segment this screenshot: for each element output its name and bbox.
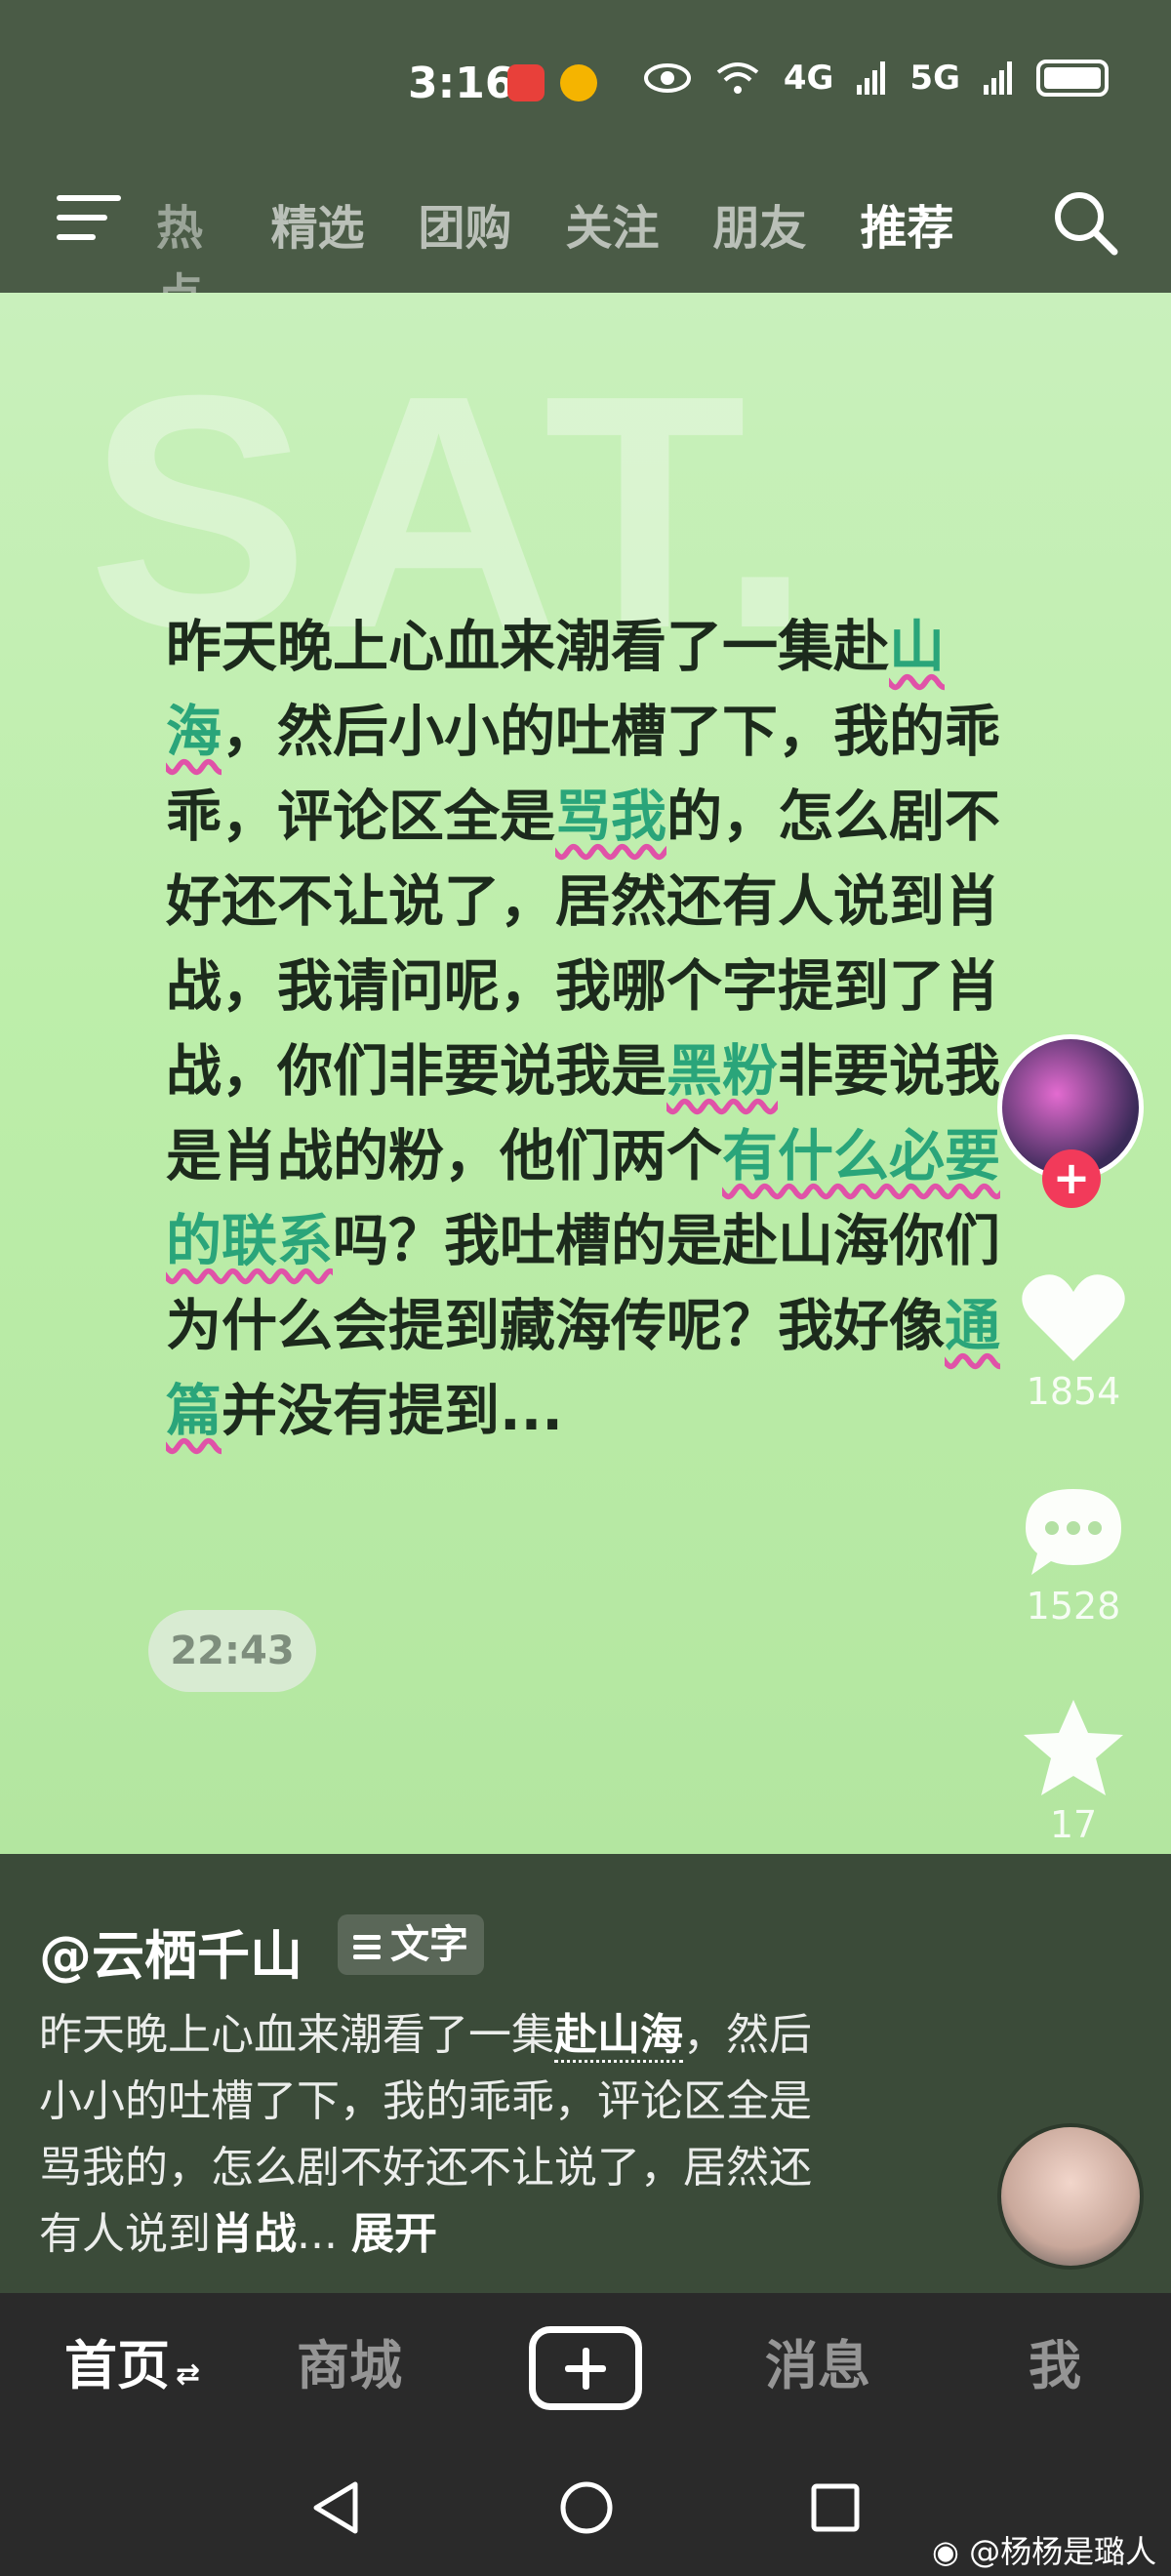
weibo-watermark: ◉ @杨杨是璐人 bbox=[932, 2527, 1156, 2572]
top-bar: 3:16 4G 5G 热点 精选 团购 关注 朋友 推荐 bbox=[0, 0, 1171, 355]
tab-messages[interactable]: 消息 bbox=[765, 2293, 870, 2439]
clock-bubble: 22:43 bbox=[148, 1610, 316, 1692]
eye-icon bbox=[643, 63, 691, 93]
network-5g-label: 5G bbox=[909, 59, 960, 98]
caption-segment: 昨天晚上心血来潮看了一集赴 bbox=[166, 615, 889, 679]
bottom-tab-bar: 首页 ⇄ 商城 消息 我 bbox=[0, 2293, 1171, 2439]
search-icon[interactable] bbox=[1050, 187, 1120, 258]
swap-arrows-icon: ⇄ bbox=[176, 2357, 201, 2392]
network-4g-label: 4G bbox=[783, 59, 834, 98]
video-caption-text: 昨天晚上心血来潮看了一集赴山海，然后小小的吐槽了下，我的乖乖，评论区全是骂我的，… bbox=[166, 605, 1015, 1454]
recents-square-icon[interactable] bbox=[810, 2482, 861, 2533]
tab-home-label: 首页 bbox=[64, 2335, 170, 2396]
create-post-button[interactable] bbox=[529, 2326, 642, 2410]
wifi-icon bbox=[716, 62, 759, 94]
favorite-count: 17 bbox=[1049, 1803, 1098, 1846]
weibo-watermark-text: @杨杨是璐人 bbox=[969, 2533, 1157, 2570]
like-count: 1854 bbox=[1026, 1370, 1121, 1413]
top-nav: 热点 精选 团购 关注 朋友 推荐 bbox=[0, 176, 1171, 355]
signal-icon-2 bbox=[984, 61, 1012, 95]
caption-highlight: 骂我 bbox=[555, 785, 666, 849]
post-description-panel: @云栖千山 文字 昨天晚上心血来潮看了一集赴山海，然后小小的吐槽了下，我的乖乖，… bbox=[0, 1854, 1171, 2293]
back-icon[interactable] bbox=[310, 2480, 361, 2535]
desc-part-1: 昨天晚上心血来潮看了一集 bbox=[39, 2010, 554, 2060]
desc-bold-name: 肖战 bbox=[211, 2209, 297, 2259]
text-lines-icon bbox=[353, 1930, 381, 1964]
like-button[interactable]: 1854 bbox=[976, 1268, 1171, 1413]
favorite-button[interactable]: 17 bbox=[976, 1698, 1171, 1846]
post-description[interactable]: 昨天晚上心血来潮看了一集赴山海，然后小小的吐槽了下，我的乖乖，评论区全是骂我的，… bbox=[39, 2002, 820, 2268]
desc-drama-link[interactable]: 赴山海 bbox=[554, 2010, 683, 2063]
text-badge-label: 文字 bbox=[390, 1922, 468, 1967]
signal-icon bbox=[857, 61, 886, 95]
comment-count: 1528 bbox=[1026, 1585, 1121, 1628]
weibo-app-icon bbox=[560, 64, 597, 101]
battery-icon bbox=[1036, 60, 1109, 97]
menu-icon[interactable] bbox=[57, 195, 121, 246]
home-circle-icon[interactable] bbox=[559, 2480, 614, 2535]
weibo-eye-icon: ◉ bbox=[932, 2533, 959, 2570]
caption-segment: 并没有提到... bbox=[222, 1379, 563, 1443]
star-icon bbox=[1024, 1700, 1123, 1795]
status-bar: 3:16 4G 5G bbox=[0, 47, 1171, 125]
huawei-app-icon bbox=[507, 64, 545, 101]
system-icons: 4G 5G bbox=[643, 59, 1109, 98]
desc-ellipsis: ... bbox=[297, 2209, 338, 2259]
music-avatar[interactable] bbox=[997, 2123, 1144, 2270]
tab-home[interactable]: 首页 ⇄ bbox=[64, 2293, 200, 2439]
tab-mall[interactable]: 商城 bbox=[297, 2293, 402, 2439]
caption-highlight: 黑粉 bbox=[666, 1039, 778, 1104]
heart-icon bbox=[1022, 1274, 1125, 1361]
status-time: 3:16 bbox=[408, 59, 515, 108]
comment-button[interactable]: 1528 bbox=[976, 1483, 1171, 1628]
tab-me[interactable]: 我 bbox=[1029, 2293, 1081, 2439]
follow-button[interactable]: + bbox=[1042, 1149, 1101, 1208]
comment-icon bbox=[1026, 1489, 1121, 1575]
expand-link[interactable]: 展开 bbox=[351, 2209, 437, 2259]
text-post-badge: 文字 bbox=[338, 1914, 484, 1975]
author-name[interactable]: @云栖千山 bbox=[39, 1912, 303, 1990]
